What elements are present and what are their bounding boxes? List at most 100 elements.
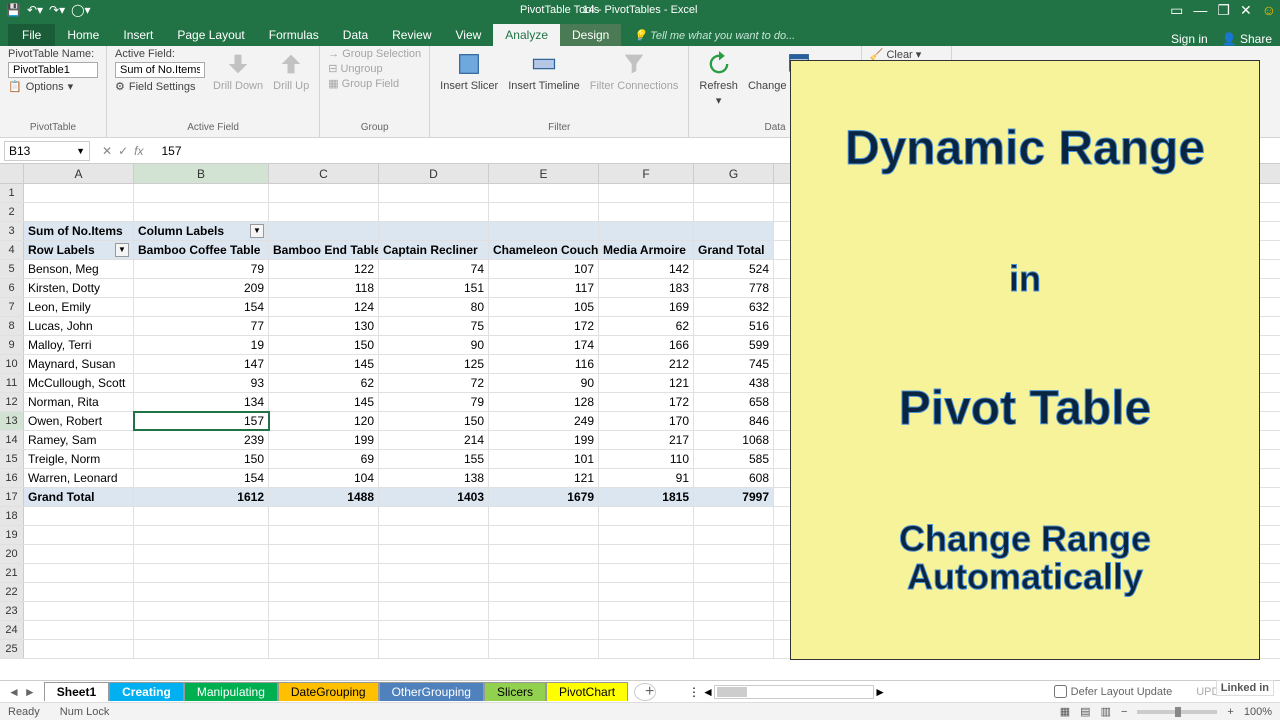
cell[interactable]: 150 (269, 336, 379, 354)
tab-nav-next-icon[interactable]: ► (24, 685, 36, 699)
cell[interactable] (489, 583, 599, 601)
tab-insert[interactable]: Insert (111, 24, 165, 46)
cell[interactable]: Chameleon Couch (489, 241, 599, 259)
cell[interactable]: Sum of No.Items (24, 222, 134, 240)
cell[interactable]: 166 (599, 336, 694, 354)
cell[interactable] (134, 526, 269, 544)
cell[interactable] (489, 640, 599, 658)
cell[interactable] (694, 203, 774, 221)
cell[interactable]: 524 (694, 260, 774, 278)
view-normal-icon[interactable]: ▦ (1060, 705, 1070, 718)
cell[interactable]: 157 (134, 412, 269, 430)
cell[interactable]: 239 (134, 431, 269, 449)
cell[interactable]: 147 (134, 355, 269, 373)
cell[interactable] (134, 203, 269, 221)
row-header[interactable]: 1 (0, 184, 24, 202)
cell[interactable] (269, 564, 379, 582)
cell[interactable]: 846 (694, 412, 774, 430)
row-header[interactable]: 16 (0, 469, 24, 487)
insert-slicer-button[interactable]: Insert Slicer (438, 48, 500, 94)
cell[interactable]: 172 (489, 317, 599, 335)
cell[interactable] (489, 564, 599, 582)
cell[interactable]: 128 (489, 393, 599, 411)
cell[interactable]: 214 (379, 431, 489, 449)
cell[interactable]: Treigle, Norm (24, 450, 134, 468)
row-header[interactable]: 20 (0, 545, 24, 563)
row-header[interactable]: 18 (0, 507, 24, 525)
cell[interactable] (269, 203, 379, 221)
minimize-icon[interactable]: — (1193, 2, 1207, 18)
cell[interactable]: 745 (694, 355, 774, 373)
cell[interactable] (599, 640, 694, 658)
cell[interactable]: 72 (379, 374, 489, 392)
row-header[interactable]: 7 (0, 298, 24, 316)
select-all-corner[interactable] (0, 164, 24, 183)
cell[interactable] (694, 222, 774, 240)
cell[interactable]: Benson, Meg (24, 260, 134, 278)
cell[interactable]: 585 (694, 450, 774, 468)
cell[interactable] (489, 222, 599, 240)
cell[interactable]: 172 (599, 393, 694, 411)
cell[interactable] (379, 583, 489, 601)
cell[interactable]: 1612 (134, 488, 269, 506)
row-header[interactable]: 22 (0, 583, 24, 601)
col-header-A[interactable]: A (24, 164, 134, 183)
row-header[interactable]: 15 (0, 450, 24, 468)
cell[interactable]: 138 (379, 469, 489, 487)
zoom-slider[interactable] (1137, 710, 1217, 714)
redo-icon[interactable]: ↷▾ (49, 3, 65, 17)
row-header[interactable]: 11 (0, 374, 24, 392)
cell[interactable]: 79 (134, 260, 269, 278)
cell[interactable]: 62 (599, 317, 694, 335)
cell[interactable]: Row Labels▼ (24, 241, 134, 259)
cell[interactable] (379, 564, 489, 582)
cell[interactable]: McCullough, Scott (24, 374, 134, 392)
cell[interactable] (489, 602, 599, 620)
cell[interactable]: 438 (694, 374, 774, 392)
sheet-tab-creating[interactable]: Creating (109, 682, 184, 701)
cell[interactable]: 169 (599, 298, 694, 316)
cell[interactable]: 80 (379, 298, 489, 316)
tab-analyze[interactable]: Analyze (493, 24, 560, 46)
close-icon[interactable]: ✕ (1240, 2, 1252, 19)
cell[interactable]: 209 (134, 279, 269, 297)
cell[interactable]: 658 (694, 393, 774, 411)
cell[interactable] (134, 602, 269, 620)
cell[interactable]: 150 (379, 412, 489, 430)
cell[interactable]: 75 (379, 317, 489, 335)
cell[interactable] (269, 602, 379, 620)
cell[interactable] (269, 507, 379, 525)
drill-down-button[interactable]: Drill Down (211, 48, 265, 94)
cell[interactable]: Malloy, Terri (24, 336, 134, 354)
defer-checkbox[interactable] (1054, 685, 1067, 698)
cell[interactable]: 599 (694, 336, 774, 354)
cell[interactable] (24, 184, 134, 202)
filter-connections-button[interactable]: Filter Connections (588, 48, 681, 94)
cell[interactable] (599, 621, 694, 639)
tab-page-layout[interactable]: Page Layout (165, 24, 256, 46)
undo-icon[interactable]: ↶▾ (27, 3, 43, 17)
cell[interactable] (379, 545, 489, 563)
restore-icon[interactable]: ❐ (1217, 2, 1230, 19)
cell[interactable]: 93 (134, 374, 269, 392)
tab-file[interactable]: File (8, 24, 55, 46)
cell[interactable] (379, 602, 489, 620)
cell[interactable]: 124 (269, 298, 379, 316)
cell[interactable]: Bamboo End Table (269, 241, 379, 259)
cell[interactable]: 1679 (489, 488, 599, 506)
field-settings-button[interactable]: ⚙ Field Settings (115, 80, 205, 93)
cell[interactable] (599, 583, 694, 601)
row-header[interactable]: 25 (0, 640, 24, 658)
row-header[interactable]: 17 (0, 488, 24, 506)
cell[interactable]: 116 (489, 355, 599, 373)
cell[interactable]: 212 (599, 355, 694, 373)
cell[interactable]: 125 (379, 355, 489, 373)
cell[interactable]: 19 (134, 336, 269, 354)
cell[interactable]: 134 (134, 393, 269, 411)
cell[interactable]: 154 (134, 469, 269, 487)
cell[interactable] (134, 583, 269, 601)
cell[interactable]: 101 (489, 450, 599, 468)
cell[interactable]: 90 (489, 374, 599, 392)
cell[interactable]: 117 (489, 279, 599, 297)
zoom-level[interactable]: 100% (1244, 706, 1272, 718)
